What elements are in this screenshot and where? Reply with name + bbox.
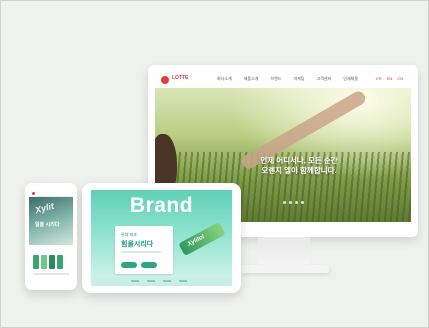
- card-title: 힘을시리다: [121, 241, 154, 248]
- tablet-device: Brand 롯데 제과 힘을시리다 Xylitol: [82, 183, 241, 293]
- monitor-stand-base: [241, 265, 329, 273]
- lang-en[interactable]: EN: [387, 76, 393, 81]
- phone-device: Xylit 일을 시리다: [25, 183, 77, 290]
- product-thumb[interactable]: [57, 255, 63, 269]
- tablet-website-screen: Brand 롯데 제과 힘을시리다 Xylitol: [91, 190, 232, 286]
- product-thumb[interactable]: [49, 255, 55, 269]
- product-thumb[interactable]: [33, 255, 39, 269]
- card-button-1[interactable]: [121, 262, 137, 268]
- brand-card: 롯데 제과 힘을시리다: [115, 226, 173, 274]
- phone-hero-word: Xylit: [34, 200, 55, 216]
- desktop-navbar: LOTTE 회사소개 제품소개 브랜드 마케팅 고객센터 인재채용 KR EN …: [155, 72, 411, 89]
- nav-item-support[interactable]: 고객센터: [317, 76, 332, 82]
- footer-item[interactable]: [147, 280, 155, 282]
- phone-product-row: [33, 255, 63, 269]
- carousel-dot[interactable]: [295, 201, 298, 204]
- hero-headline: 언제 어디서나, 모든 순간 오렌지 엘이 함께합니다.: [239, 156, 359, 176]
- card-button-2[interactable]: [141, 262, 157, 268]
- carousel-dot[interactable]: [283, 201, 286, 204]
- hero-line-2: 오렌지 엘이 함께합니다.: [261, 166, 337, 175]
- main-nav: 회사소개 제품소개 브랜드 마케팅 고객센터 인재채용: [217, 76, 358, 82]
- hero-line-1: 언제 어디서나, 모든 순간: [260, 156, 338, 165]
- phone-logo-icon[interactable]: [32, 192, 35, 195]
- nav-item-company[interactable]: 회사소개: [217, 76, 232, 82]
- product-thumb[interactable]: [41, 255, 47, 269]
- language-selector: KR EN CN: [376, 76, 403, 81]
- logo-text[interactable]: LOTTE: [172, 75, 188, 81]
- card-text-line: [121, 251, 161, 253]
- carousel-dot[interactable]: [301, 201, 304, 204]
- gum-label: Xylitol: [186, 234, 206, 248]
- screenshot-frame: LOTTE 회사소개 제품소개 브랜드 마케팅 고객센터 인재채용 KR EN …: [0, 0, 429, 328]
- nav-item-products[interactable]: 제품소개: [244, 76, 259, 82]
- gum-product-image: Xylitol: [178, 222, 226, 256]
- footer-item[interactable]: [131, 280, 139, 282]
- nav-item-marketing[interactable]: 마케팅: [294, 76, 305, 82]
- nav-item-careers[interactable]: 인재채용: [343, 76, 358, 82]
- footer-item[interactable]: [163, 280, 171, 282]
- carousel-dots: [283, 201, 304, 204]
- footer-item[interactable]: [179, 280, 187, 282]
- lang-cn[interactable]: CN: [397, 76, 403, 81]
- lang-kr[interactable]: KR: [376, 76, 382, 81]
- card-subtitle: 롯데 제과: [121, 232, 137, 237]
- brand-heading: Brand: [129, 194, 194, 217]
- phone-hero: Xylit 일을 시리다: [29, 197, 73, 245]
- monitor-stand-neck: [258, 237, 310, 267]
- phone-website-screen: Xylit 일을 시리다: [29, 191, 73, 281]
- phone-hero-text: 일을 시리다: [35, 222, 60, 228]
- nav-item-brand[interactable]: 브랜드: [270, 76, 281, 82]
- phone-text-line: [33, 273, 69, 275]
- carousel-dot[interactable]: [289, 201, 292, 204]
- logo-icon[interactable]: [161, 76, 169, 84]
- tablet-footer-bar: [91, 277, 232, 286]
